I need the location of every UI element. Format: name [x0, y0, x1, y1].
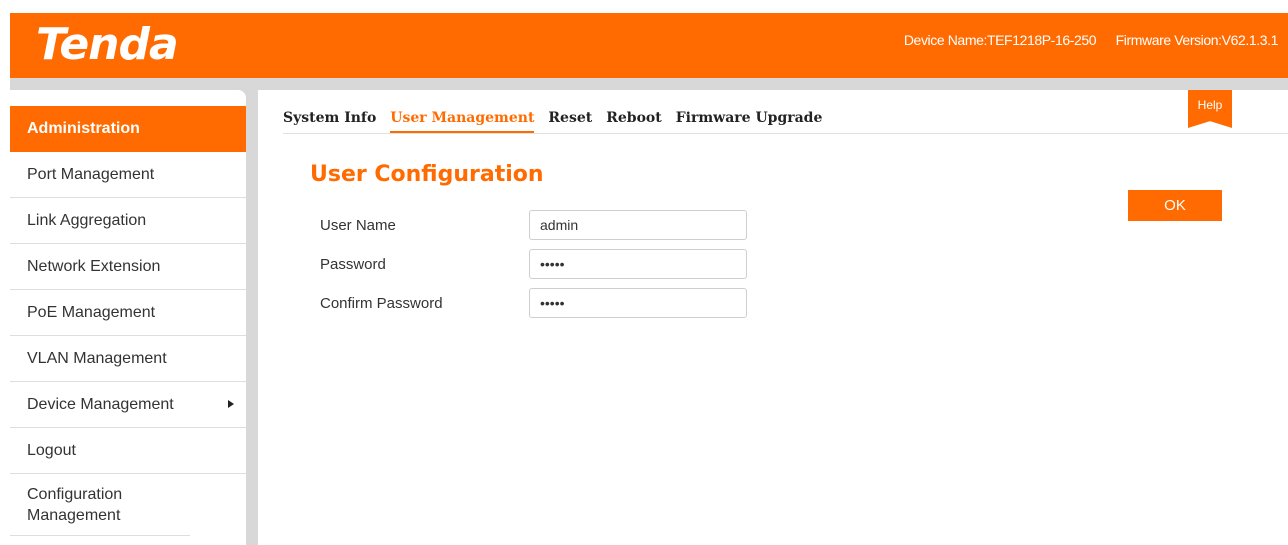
sidebar-item-label: Logout [27, 441, 76, 459]
sidebar-item-label: Link Aggregation [27, 211, 147, 229]
sidebar-item-label: PoE Management [27, 303, 156, 321]
header-divider [10, 78, 1288, 90]
tab-user-management[interactable]: User Management [390, 110, 535, 133]
help-label: Help [1197, 98, 1223, 112]
password-input[interactable] [529, 249, 747, 279]
tab-reboot[interactable]: Reboot [606, 110, 661, 133]
sidebar-item-device-management[interactable]: Device Management [10, 382, 246, 428]
sidebar: Administration Port Management Link Aggr… [10, 90, 246, 545]
sidebar-item-label: Administration [27, 120, 140, 137]
device-info: Device Name:TEF1218P-16-250 Firmware Ver… [888, 32, 1279, 48]
sidebar-item-administration[interactable]: Administration [10, 106, 246, 152]
username-input[interactable] [529, 210, 747, 240]
sidebar-item-network-extension[interactable]: Network Extension [10, 244, 246, 290]
password-label: Password [320, 256, 386, 273]
sidebar-item-label: Network Extension [27, 257, 161, 275]
tab-firmware-upgrade[interactable]: Firmware Upgrade [676, 110, 823, 133]
help-button[interactable]: Help [1188, 90, 1232, 128]
sidebar-item-label: Device Management [27, 395, 174, 413]
sidebar-item-link-aggregation[interactable]: Link Aggregation [10, 198, 246, 244]
sidebar-item-configuration-management[interactable]: Configuration Management [10, 474, 190, 536]
tenda-logo: Tenda [36, 19, 179, 70]
sidebar-container: Administration Port Management Link Aggr… [10, 90, 258, 545]
submenu-arrow-icon [228, 400, 234, 408]
username-label: User Name [320, 217, 396, 234]
device-name: Device Name:TEF1218P-16-250 [903, 32, 1097, 48]
sidebar-item-poe-management[interactable]: PoE Management [10, 290, 246, 336]
section-title: User Configuration [310, 162, 544, 187]
sidebar-item-vlan-management[interactable]: VLAN Management [10, 336, 246, 382]
header-bar: Tenda Device Name:TEF1218P-16-250 Firmwa… [10, 13, 1288, 78]
confirm-password-label: Confirm Password [320, 295, 443, 312]
sidebar-item-logout[interactable]: Logout [10, 428, 246, 474]
tab-bar: System Info User Management Reset Reboot… [283, 110, 836, 133]
confirm-password-input[interactable] [529, 288, 747, 318]
main-content: System Info User Management Reset Reboot… [258, 90, 1288, 545]
sidebar-item-label: VLAN Management [27, 349, 167, 367]
tab-system-info[interactable]: System Info [283, 110, 376, 133]
tab-underline [283, 133, 1288, 134]
left-gutter [0, 13, 10, 545]
sidebar-item-label: Configuration Management [27, 485, 123, 524]
tab-reset[interactable]: Reset [548, 110, 592, 133]
ok-button[interactable]: OK [1128, 190, 1222, 221]
sidebar-item-port-management[interactable]: Port Management [10, 152, 246, 198]
sidebar-item-label: Port Management [27, 165, 155, 183]
firmware-version: Firmware Version:V62.1.3.1 [1115, 32, 1279, 48]
